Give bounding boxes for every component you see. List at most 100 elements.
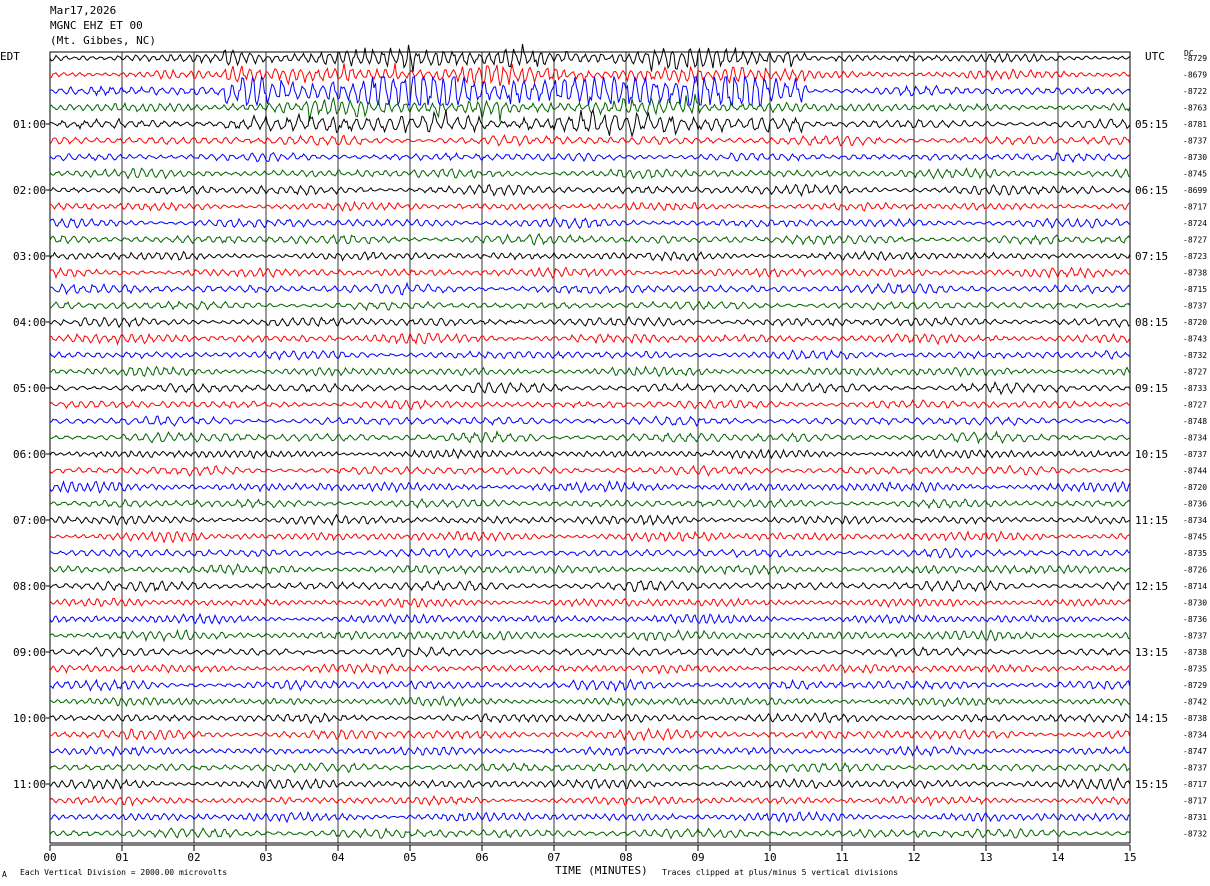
clip-note: Traces clipped at plus/minus 5 vertical … (662, 868, 899, 877)
seismic-trace (49, 331, 1131, 346)
dc-offset-label: -8726 (1183, 566, 1207, 575)
plot-frame (49, 51, 1131, 844)
dc-offset-label: -8763 (1183, 104, 1207, 113)
dc-offset-label: -8729 (1183, 54, 1207, 63)
seismic-trace (49, 134, 1131, 147)
seismic-trace (49, 108, 1131, 139)
dc-offset-label: -8745 (1183, 170, 1207, 179)
dc-offset-label: -8729 (1183, 681, 1207, 690)
seismic-trace (49, 712, 1131, 725)
dc-offset-label: -8722 (1183, 87, 1207, 96)
seismic-trace (49, 415, 1131, 428)
scale-note: Each Vertical Division = 2000.00 microvo… (20, 868, 228, 877)
dc-offset-label: -8717 (1183, 780, 1207, 789)
dc-offset-label: -8745 (1183, 533, 1207, 542)
dc-offset-label: -8730 (1183, 599, 1207, 608)
seismic-trace (49, 744, 1131, 758)
x-tick-label: 05 (403, 851, 416, 864)
dc-offset-label: -8738 (1183, 648, 1207, 657)
seismic-trace (49, 530, 1131, 544)
right-hour-label: 11:15 (1135, 514, 1168, 527)
right-hour-label: 06:15 (1135, 184, 1168, 197)
x-tick-label: 08 (619, 851, 632, 864)
dc-offset-label: -8732 (1183, 351, 1207, 360)
dc-offset-label: -8737 (1183, 450, 1207, 459)
right-hour-label: 08:15 (1135, 316, 1168, 329)
dc-offset-label: -8735 (1183, 665, 1207, 674)
dc-offset-label: -8737 (1183, 764, 1207, 773)
seismic-trace (49, 579, 1130, 593)
x-tick-label: 14 (1051, 851, 1065, 864)
seismic-trace (49, 200, 1131, 213)
dc-offset-label: -8723 (1183, 252, 1207, 261)
seismic-trace (49, 315, 1130, 329)
seismic-trace (49, 63, 1131, 87)
seismic-trace (49, 399, 1131, 411)
seismic-trace (49, 365, 1131, 378)
dc-offset-label: -8727 (1183, 236, 1207, 245)
dc-offset-label: -8699 (1183, 186, 1207, 195)
left-hour-label: 11:00 (13, 778, 46, 791)
left-hour-label: 02:00 (13, 184, 46, 197)
seismic-trace (49, 464, 1131, 477)
right-hour-label: 12:15 (1135, 580, 1168, 593)
dc-offset-label: -8738 (1183, 714, 1207, 723)
dc-offset-label: -8717 (1183, 203, 1207, 212)
dc-offset-label: -8727 (1183, 401, 1207, 410)
right-hour-label: 07:15 (1135, 250, 1168, 263)
seismic-trace (49, 646, 1131, 658)
x-tick-label: 01 (115, 851, 128, 864)
x-tick-label: 15 (1123, 851, 1136, 864)
dc-offset-label: -8734 (1183, 731, 1207, 740)
dc-offset-label: -8735 (1183, 549, 1207, 558)
x-tick-label: 10 (763, 851, 776, 864)
x-tick-label: 03 (259, 851, 272, 864)
seismic-trace (49, 513, 1131, 527)
dc-offset-label: -8744 (1183, 467, 1207, 476)
dc-offset-label: -8736 (1183, 615, 1207, 624)
dc-offset-label: -8747 (1183, 747, 1207, 756)
seismic-trace (49, 563, 1131, 576)
right-hour-label: 10:15 (1135, 448, 1168, 461)
left-hour-label: 10:00 (13, 712, 46, 725)
seismic-trace (49, 217, 1131, 230)
x-tick-label: 00 (43, 851, 56, 864)
seismic-trace (49, 695, 1131, 708)
right-hour-label: 15:15 (1135, 778, 1168, 791)
dc-offset-label: -8730 (1183, 153, 1207, 162)
seismic-trace (49, 597, 1131, 609)
left-hour-label: 08:00 (13, 580, 46, 593)
seismic-trace (49, 349, 1131, 361)
seismic-trace (49, 250, 1131, 262)
seismic-trace (49, 232, 1131, 246)
seismic-trace (49, 662, 1131, 676)
dc-offset-label: -8732 (1183, 830, 1207, 839)
dc-offset-label: -8717 (1183, 797, 1207, 806)
seismic-trace (49, 727, 1131, 742)
left-hour-label: 04:00 (13, 316, 46, 329)
x-tick-label: 07 (547, 851, 560, 864)
x-axis-label: TIME (MINUTES) (555, 864, 648, 877)
dc-offset-label: -8742 (1183, 698, 1207, 707)
seismic-trace (49, 167, 1131, 180)
seismic-trace (49, 810, 1131, 824)
dc-offset-label: -8727 (1183, 368, 1207, 377)
left-hour-label: 05:00 (13, 382, 46, 395)
dc-offset-label: -8733 (1183, 384, 1207, 393)
seismic-trace (49, 761, 1131, 774)
seismic-trace (49, 151, 1131, 164)
dc-offset-label: -8748 (1183, 417, 1207, 426)
x-tick-label: 04 (331, 851, 345, 864)
x-tick-label: 09 (691, 851, 704, 864)
dc-offset-label: -8737 (1183, 302, 1207, 311)
x-tick-label: 12 (907, 851, 920, 864)
dc-offset-label: -8720 (1183, 318, 1207, 327)
dc-offset-label: -8715 (1183, 285, 1207, 294)
dc-offset-label: -8679 (1183, 71, 1207, 80)
dc-offset-label: -8734 (1183, 516, 1207, 525)
right-hour-label: 05:15 (1135, 118, 1168, 131)
left-hour-label: 07:00 (13, 514, 46, 527)
seismic-trace (49, 678, 1131, 693)
dc-offset-label: -8737 (1183, 137, 1207, 146)
x-tick-label: 02 (187, 851, 200, 864)
